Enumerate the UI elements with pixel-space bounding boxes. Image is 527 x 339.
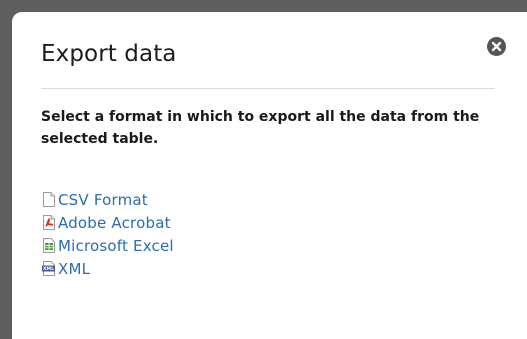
format-label-pdf[interactable]: Adobe Acrobat bbox=[58, 214, 171, 232]
close-icon bbox=[491, 41, 502, 52]
format-option-csv[interactable]: CSV Format bbox=[41, 188, 174, 211]
export-dialog: Export data Select a format in which to … bbox=[12, 12, 527, 339]
document-icon bbox=[41, 191, 57, 208]
format-list: CSV Format Adobe Acrobat Microsoft Excel… bbox=[41, 188, 174, 280]
format-option-pdf[interactable]: Adobe Acrobat bbox=[41, 211, 174, 234]
xml-icon: XML bbox=[41, 260, 57, 277]
svg-text:XML: XML bbox=[43, 266, 54, 272]
pdf-icon bbox=[41, 214, 57, 231]
dialog-title: Export data bbox=[41, 41, 177, 67]
format-label-csv[interactable]: CSV Format bbox=[58, 191, 148, 209]
instructions-text: Select a format in which to export all t… bbox=[41, 109, 480, 147]
format-label-xml[interactable]: XML bbox=[58, 260, 90, 278]
format-option-excel[interactable]: Microsoft Excel bbox=[41, 234, 174, 257]
spreadsheet-icon bbox=[41, 237, 57, 254]
format-option-xml[interactable]: XML XML bbox=[41, 257, 174, 280]
format-label-excel[interactable]: Microsoft Excel bbox=[58, 237, 174, 255]
close-button[interactable] bbox=[487, 37, 506, 56]
title-divider bbox=[41, 88, 495, 89]
